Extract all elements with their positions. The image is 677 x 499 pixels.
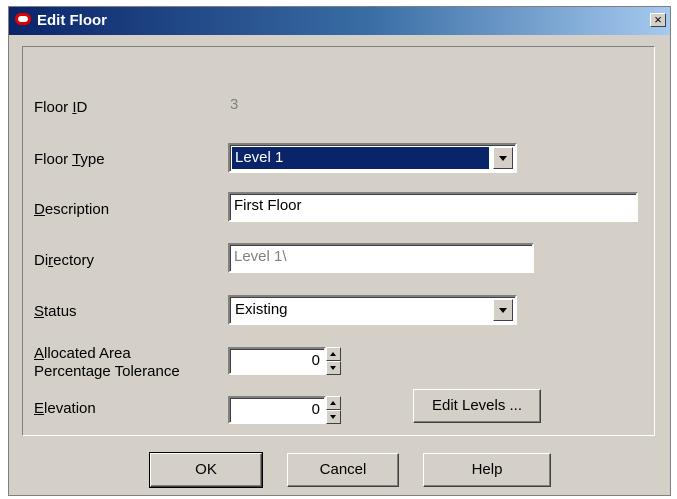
- status-label: Status: [34, 303, 77, 320]
- arrow-up-icon: [330, 352, 336, 356]
- chevron-down-icon: [499, 308, 507, 313]
- floor-type-label: Floor Type: [34, 151, 105, 168]
- close-button[interactable]: ×: [650, 13, 666, 27]
- spin-down-button[interactable]: [326, 410, 341, 424]
- ok-button[interactable]: OK: [149, 452, 263, 488]
- floor-id-value: 3: [230, 96, 239, 113]
- description-label: Description: [34, 201, 110, 218]
- elevation-label: Elevation: [34, 400, 96, 417]
- allocated-area-input[interactable]: 0: [228, 347, 326, 375]
- floor-id-label: Floor ID: [34, 99, 88, 116]
- spin-up-button[interactable]: [326, 396, 341, 410]
- chevron-down-icon: [499, 156, 507, 161]
- arrow-down-icon: [330, 366, 336, 370]
- arrow-down-icon: [330, 415, 336, 419]
- arrow-up-icon: [330, 401, 336, 405]
- allocated-area-label-line2: Percentage Tolerance: [34, 363, 180, 380]
- floor-type-value: Level 1: [232, 147, 489, 169]
- spin-down-button[interactable]: [326, 361, 341, 375]
- help-button[interactable]: Help: [423, 453, 551, 487]
- directory-label: Directory: [34, 252, 95, 269]
- status-value: Existing: [235, 301, 288, 318]
- floor-type-select[interactable]: Level 1: [228, 143, 517, 173]
- allocated-area-label: Allocated Area: [34, 345, 131, 362]
- window-title: Edit Floor: [37, 12, 107, 29]
- edit-levels-button[interactable]: Edit Levels ...: [413, 389, 541, 423]
- title-bar[interactable]: Edit Floor ×: [9, 7, 670, 35]
- status-select[interactable]: Existing: [228, 295, 517, 325]
- floor-type-dropdown-button[interactable]: [493, 147, 513, 169]
- spin-up-button[interactable]: [326, 347, 341, 361]
- elevation-input[interactable]: 0: [228, 396, 326, 424]
- cancel-button[interactable]: Cancel: [287, 453, 399, 487]
- description-input[interactable]: First Floor: [228, 192, 638, 222]
- edit-floor-dialog: Edit Floor × Floor ID 3 Floor Type Level…: [8, 6, 671, 496]
- form-panel: Floor ID 3 Floor Type Level 1 Descriptio…: [22, 46, 655, 436]
- status-dropdown-button[interactable]: [493, 299, 513, 321]
- oracle-logo-icon: [15, 13, 31, 25]
- directory-input: Level 1\: [228, 243, 534, 273]
